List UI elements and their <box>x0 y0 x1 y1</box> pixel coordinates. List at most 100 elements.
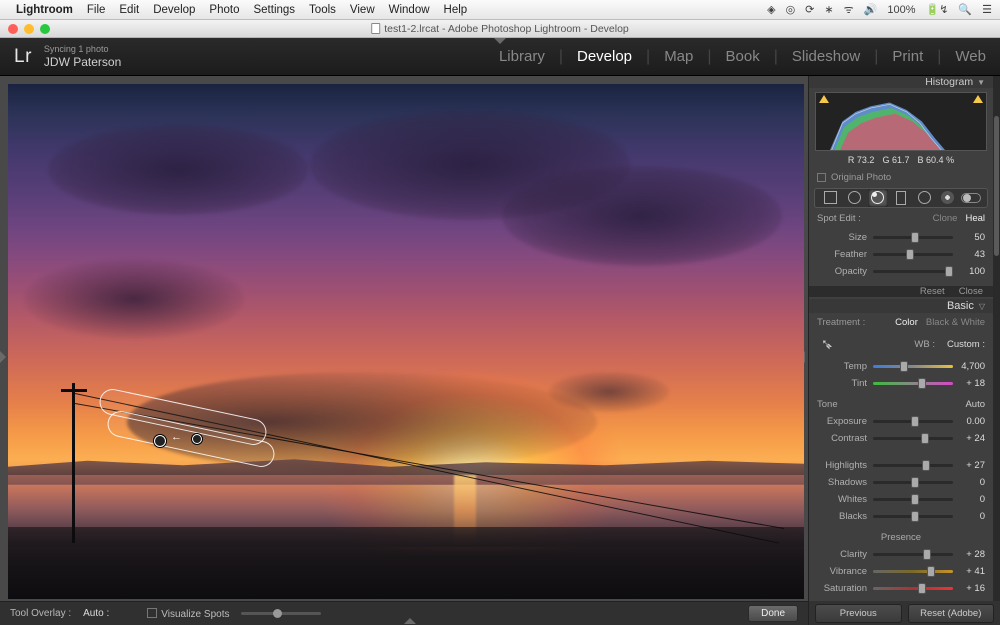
menu-file[interactable]: File <box>87 4 106 16</box>
temp-slider[interactable] <box>873 365 953 368</box>
module-develop[interactable]: Develop <box>577 48 632 65</box>
panel-switch[interactable] <box>961 189 981 207</box>
tool-overlay-value[interactable]: Auto : <box>83 608 109 619</box>
spot-reset[interactable]: Reset <box>920 286 945 297</box>
contrast-value[interactable]: + 24 <box>953 433 985 444</box>
graduated-filter-tool[interactable] <box>914 189 934 207</box>
crop-tool[interactable] <box>821 189 841 207</box>
clarity-slider[interactable] <box>873 553 953 556</box>
feather-value[interactable]: 43 <box>953 249 985 260</box>
whites-slider[interactable] <box>873 498 953 501</box>
contrast-label: Contrast <box>817 433 873 444</box>
traffic-lights[interactable] <box>8 24 50 34</box>
bluetooth-icon[interactable]: ∗ <box>824 3 833 16</box>
close-window-icon[interactable] <box>8 24 18 34</box>
saturation-value[interactable]: + 16 <box>953 583 985 594</box>
blacks-slider[interactable] <box>873 515 953 518</box>
size-value[interactable]: 50 <box>953 232 985 243</box>
tint-value[interactable]: + 18 <box>953 378 985 389</box>
heal-pin-source[interactable] <box>154 435 166 447</box>
menu-window[interactable]: Window <box>389 4 430 16</box>
contrast-slider[interactable] <box>873 437 953 440</box>
spot-close[interactable]: Close <box>959 286 983 297</box>
menu-develop[interactable]: Develop <box>153 4 195 16</box>
wb-preset[interactable]: Custom : <box>947 339 985 350</box>
right-panel: Histogram▼ R 73.2 G 61.7 <box>808 76 1000 625</box>
top-panel-toggle-icon[interactable] <box>494 38 506 44</box>
previous-button[interactable]: Previous <box>815 604 902 623</box>
vibrance-slider[interactable] <box>873 570 953 573</box>
tint-slider[interactable] <box>873 382 953 385</box>
module-library[interactable]: Library <box>499 48 545 65</box>
lr-topbar: Lr Syncing 1 photo JDW Paterson Library|… <box>0 38 1000 76</box>
opacity-slider[interactable] <box>873 270 953 273</box>
minimize-window-icon[interactable] <box>24 24 34 34</box>
module-book[interactable]: Book <box>726 48 760 65</box>
wifi-icon[interactable]: ᯤ <box>844 2 854 17</box>
feather-slider[interactable] <box>873 253 953 256</box>
spot-heal[interactable]: Heal <box>965 213 985 224</box>
rgb-readout: R 73.2 G 61.7 B 60.4 % <box>809 153 993 169</box>
tone-label: Tone <box>817 399 838 410</box>
whites-value[interactable]: 0 <box>953 494 985 505</box>
menu-help[interactable]: Help <box>444 4 468 16</box>
basic-panel-header[interactable]: Basic▽ <box>809 299 993 313</box>
menu-tools[interactable]: Tools <box>309 4 336 16</box>
visualize-spots-checkbox[interactable]: Visualize Spots <box>147 608 229 620</box>
exposure-value[interactable]: 0.00 <box>953 416 985 427</box>
auto-tone-button[interactable]: Auto <box>965 399 985 410</box>
eye-alt-icon[interactable]: ◎ <box>786 3 796 16</box>
spotlight-icon[interactable]: 🔍 <box>958 3 972 16</box>
treatment-color[interactable]: Color <box>895 317 918 328</box>
histogram-header[interactable]: Histogram▼ <box>809 76 993 88</box>
visualize-threshold-slider[interactable] <box>241 612 321 615</box>
heal-pin-target[interactable] <box>192 434 202 444</box>
highlights-slider[interactable] <box>873 464 953 467</box>
battery-charging-icon[interactable]: 🔋↯ <box>926 3 949 16</box>
menu-app[interactable]: Lightroom <box>16 4 73 16</box>
zoom-window-icon[interactable] <box>40 24 50 34</box>
volume-icon[interactable]: 🔊 <box>864 3 878 16</box>
user-name: JDW Paterson <box>44 55 121 69</box>
highlights-value[interactable]: + 27 <box>953 460 985 471</box>
treatment-bw[interactable]: Black & White <box>926 317 985 328</box>
spot-removal-tool[interactable] <box>868 189 888 207</box>
redeye-tool[interactable] <box>891 189 911 207</box>
original-photo-toggle[interactable]: Original Photo <box>809 169 993 186</box>
vibrance-value[interactable]: + 41 <box>953 566 985 577</box>
saturation-slider[interactable] <box>873 587 953 590</box>
menu-photo[interactable]: Photo <box>209 4 239 16</box>
filmstrip-toggle-icon[interactable] <box>404 618 416 624</box>
spot-clone[interactable]: Clone <box>933 213 958 224</box>
vibrance-label: Vibrance <box>817 566 873 577</box>
shadows-slider[interactable] <box>873 481 953 484</box>
image-canvas[interactable]: ← <box>8 84 804 599</box>
menu-view[interactable]: View <box>350 4 375 16</box>
module-print[interactable]: Print <box>892 48 923 65</box>
wb-eyedropper-icon[interactable]: ➶ <box>817 334 837 354</box>
canvas-area: ← Tool Overlay : Auto : Visualize Spots … <box>0 76 808 625</box>
saturation-label: Saturation <box>817 583 873 594</box>
control-center-icon[interactable]: ☰ <box>982 3 992 16</box>
shield-icon[interactable]: ◈ <box>767 3 775 16</box>
module-slideshow[interactable]: Slideshow <box>792 48 860 65</box>
radial-filter-tool[interactable] <box>938 189 958 207</box>
menu-settings[interactable]: Settings <box>253 4 295 16</box>
module-web[interactable]: Web <box>955 48 986 65</box>
left-panel-toggle-icon[interactable] <box>0 351 6 363</box>
right-panel-scrollbar[interactable] <box>993 76 1000 601</box>
clarity-value[interactable]: + 28 <box>953 549 985 560</box>
opacity-value[interactable]: 100 <box>953 266 985 277</box>
temp-value[interactable]: 4,700 <box>953 361 985 372</box>
sync-icon[interactable]: ⟳ <box>805 3 814 16</box>
module-map[interactable]: Map <box>664 48 693 65</box>
blacks-value[interactable]: 0 <box>953 511 985 522</box>
reset-button[interactable]: Reset (Adobe) <box>908 604 995 623</box>
exposure-slider[interactable] <box>873 420 953 423</box>
size-slider[interactable] <box>873 236 953 239</box>
done-button[interactable]: Done <box>748 605 798 622</box>
histogram[interactable] <box>815 92 987 150</box>
menu-edit[interactable]: Edit <box>119 4 139 16</box>
spot-tool-ring[interactable] <box>844 189 864 207</box>
shadows-value[interactable]: 0 <box>953 477 985 488</box>
